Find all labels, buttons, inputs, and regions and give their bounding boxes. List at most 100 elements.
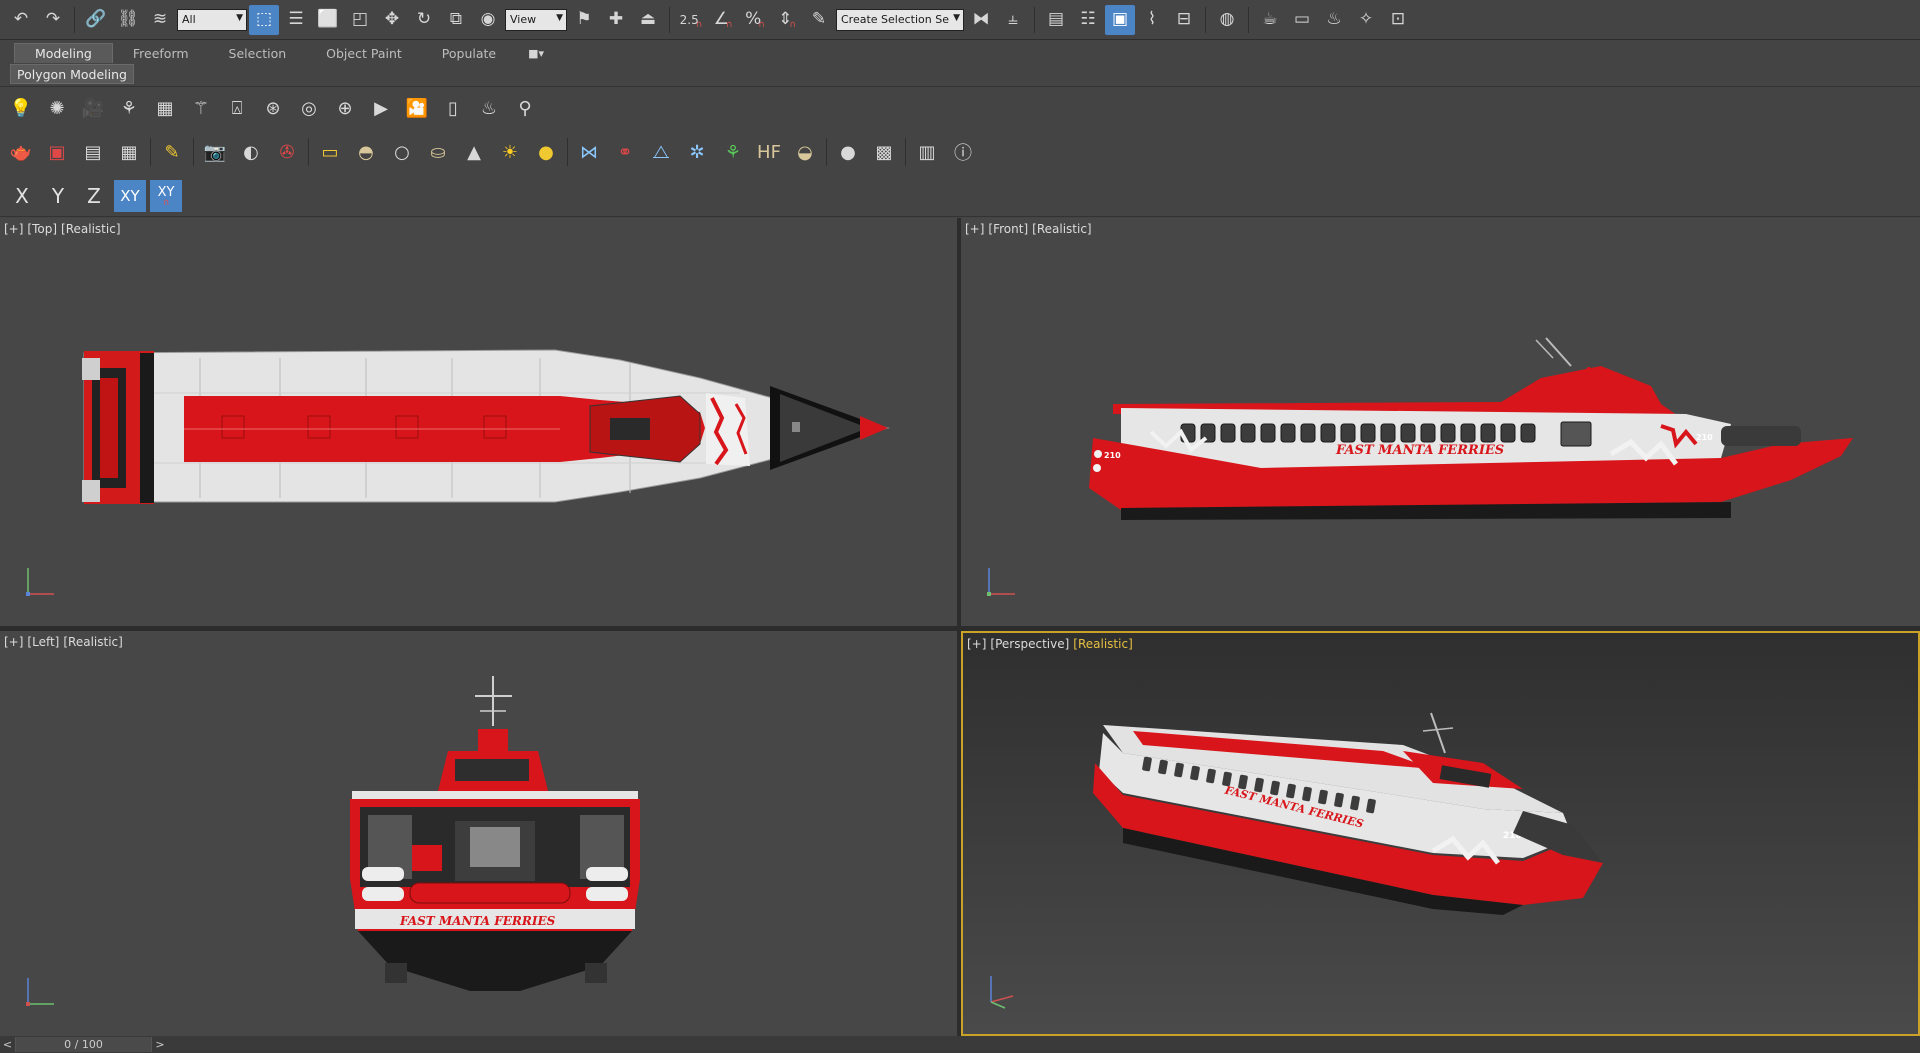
film-frame-icon[interactable]: ▶ (366, 93, 396, 123)
scale-icon[interactable]: ⧉ (441, 5, 471, 35)
tab-freeform[interactable]: Freeform (113, 43, 209, 63)
constrain-xy-lock-button[interactable]: XY ∩ (150, 180, 182, 212)
select-by-name-icon[interactable]: ☰ (281, 5, 311, 35)
angle-snap-icon[interactable]: ∠ ∩ (708, 5, 738, 35)
sun-icon[interactable]: ☀ (495, 137, 525, 167)
rect-region-icon[interactable]: ⬜ (313, 5, 343, 35)
tab-modeling[interactable]: Modeling (14, 43, 113, 63)
spot-light-icon[interactable]: ▲ (459, 137, 489, 167)
help-icon[interactable]: ⓘ (948, 137, 978, 167)
grass-icon[interactable]: ⚘ (718, 137, 748, 167)
teapot-icon[interactable]: 🫖 (6, 137, 36, 167)
constrain-z-button[interactable]: Z (78, 180, 110, 212)
viewport-splitter-vertical[interactable] (957, 218, 961, 1036)
grid-pattern-icon[interactable]: ⋈ (574, 137, 604, 167)
reference-coordinate-dropdown[interactable]: View ▼ (505, 8, 567, 31)
render-cloud-icon[interactable]: ⊡ (1383, 5, 1413, 35)
tree-icon[interactable]: ⚘ (114, 93, 144, 123)
frame-buffer-icon[interactable]: ▥ (912, 137, 942, 167)
list-icon[interactable]: ▦ (150, 93, 180, 123)
render-icon[interactable]: ♨ (1319, 5, 1349, 35)
constrain-xy-button[interactable]: XY (114, 180, 146, 212)
dome-light-icon[interactable]: ◓ (351, 137, 381, 167)
bind-space-warp-icon[interactable]: ≋ (145, 5, 175, 35)
viewport-front[interactable]: [+] [Front] [Realistic] FAST MANTA FERRI… (961, 218, 1920, 626)
redo-icon[interactable]: ↷ (38, 5, 68, 35)
layer-explorer-icon[interactable]: ▤ (1041, 5, 1071, 35)
percent-snap-icon[interactable]: % ∩ (740, 5, 770, 35)
spinner-snap-icon[interactable]: ⇕ ∩ (772, 5, 802, 35)
mesh-light-icon[interactable]: ⛀ (423, 137, 453, 167)
pivot-center-icon[interactable]: ◉ (473, 5, 503, 35)
wheel-icon[interactable]: ⊛ (258, 93, 288, 123)
tower-icon[interactable]: ⍓ (222, 93, 252, 123)
molecule-icon[interactable]: ⚭ (610, 137, 640, 167)
plane-light-icon[interactable]: ▭ (315, 137, 345, 167)
hair-fur-icon[interactable]: HF (754, 137, 784, 167)
document-icon[interactable]: ▤ (78, 137, 108, 167)
window-crossing-icon[interactable]: ◰ (345, 5, 375, 35)
link-icon[interactable]: 🔗 (81, 5, 111, 35)
target-frame-icon[interactable]: ⊕ (330, 93, 360, 123)
sphere-grid-icon[interactable]: ◎ (294, 93, 324, 123)
teapot-outline-icon[interactable]: ♨ (474, 93, 504, 123)
camera-group-icon[interactable]: 🎥 (78, 93, 108, 123)
schematic-view-icon[interactable]: ⊟ (1169, 5, 1199, 35)
pyramid-icon[interactable]: ⧍ (646, 137, 676, 167)
rotate-icon[interactable]: ↻ (409, 5, 439, 35)
constrain-x-button[interactable]: X (6, 180, 38, 212)
move-icon[interactable]: ✥ (377, 5, 407, 35)
keyboard-shortcut-icon[interactable]: ✚ (601, 5, 631, 35)
viewport-top[interactable]: [+] [Top] [Realistic] (0, 218, 957, 626)
render-iterative-icon[interactable]: ✧ (1351, 5, 1381, 35)
boat-perspective-view: FAST MANTA FERRIES 210 (1093, 712, 1603, 915)
scene-explorer-icon[interactable]: ☷ (1073, 5, 1103, 35)
light-list-icon[interactable]: ✎ (157, 137, 187, 167)
rendered-frame-icon[interactable]: ▭ (1287, 5, 1317, 35)
select-manipulate-icon[interactable]: ⚑ (569, 5, 599, 35)
time-slider[interactable]: 0 / 100 (16, 1037, 152, 1052)
camera-icon[interactable]: 📷 (200, 137, 230, 167)
image-plane-icon[interactable]: ▣ (42, 137, 72, 167)
render-setup-icon[interactable]: ☕ (1255, 5, 1285, 35)
light-bulb-icon[interactable]: 💡 (6, 93, 36, 123)
constrain-y-button[interactable]: Y (42, 180, 74, 212)
video-camera-icon[interactable]: 🎦 (402, 93, 432, 123)
tab-selection[interactable]: Selection (209, 43, 307, 63)
door-frame-icon[interactable]: ▯ (438, 93, 468, 123)
align-icon[interactable]: ⫨ (998, 5, 1028, 35)
film-reel-icon[interactable]: ✇ (272, 137, 302, 167)
foliage-icon[interactable]: ⚚ (186, 93, 216, 123)
viewport-perspective[interactable]: [+] [Perspective] [Realistic] FAST MANTA… (961, 631, 1920, 1036)
material-editor-icon[interactable]: ◍ (1212, 5, 1242, 35)
lamp-icon[interactable]: ⚲ (510, 93, 540, 123)
snaps-toggle-icon[interactable]: 2.5 ∩ (676, 5, 706, 35)
edit-named-selection-icon[interactable]: ✎ (804, 5, 834, 35)
placement-icon[interactable]: ⏏ (633, 5, 663, 35)
shell-icon[interactable]: ◒ (790, 137, 820, 167)
tab-object-paint[interactable]: Object Paint (306, 43, 422, 63)
previous-frame-button[interactable]: < (0, 1037, 16, 1052)
hull-number-stern: 210 (1104, 451, 1121, 460)
gear-fractal-icon[interactable]: ✲ (682, 137, 712, 167)
curve-editor-icon[interactable]: ⌇ (1137, 5, 1167, 35)
sphere-light-icon[interactable]: ○ (387, 137, 417, 167)
undo-icon[interactable]: ↶ (6, 5, 36, 35)
named-selection-dropdown[interactable]: Create Selection Se ▼ (836, 8, 964, 31)
ribbon-toggle-icon[interactable]: ▣ (1105, 4, 1135, 35)
half-sphere-icon[interactable]: ◐ (236, 137, 266, 167)
ribbon-options-icon[interactable]: ■▾ (516, 47, 556, 60)
material-ball-icon[interactable]: ● (833, 137, 863, 167)
mirror-icon[interactable]: ⧓ (966, 5, 996, 35)
ies-light-icon[interactable]: ● (531, 137, 561, 167)
viewport-left[interactable]: [+] [Left] [Realistic] FAST MANTA FERRIE… (0, 631, 957, 1036)
selection-filter-dropdown[interactable]: All ▼ (177, 8, 247, 31)
unlink-icon[interactable]: ⛓ (113, 5, 143, 35)
omni-light-icon[interactable]: ✺ (42, 93, 72, 123)
tab-populate[interactable]: Populate (422, 43, 516, 63)
ribbon-panel-polygon-modeling[interactable]: Polygon Modeling (10, 64, 134, 84)
material-grid-icon[interactable]: ▩ (869, 137, 899, 167)
select-object-icon[interactable]: ⬚ (249, 4, 279, 35)
table-icon[interactable]: ▦ (114, 137, 144, 167)
next-frame-button[interactable]: > (152, 1037, 168, 1052)
